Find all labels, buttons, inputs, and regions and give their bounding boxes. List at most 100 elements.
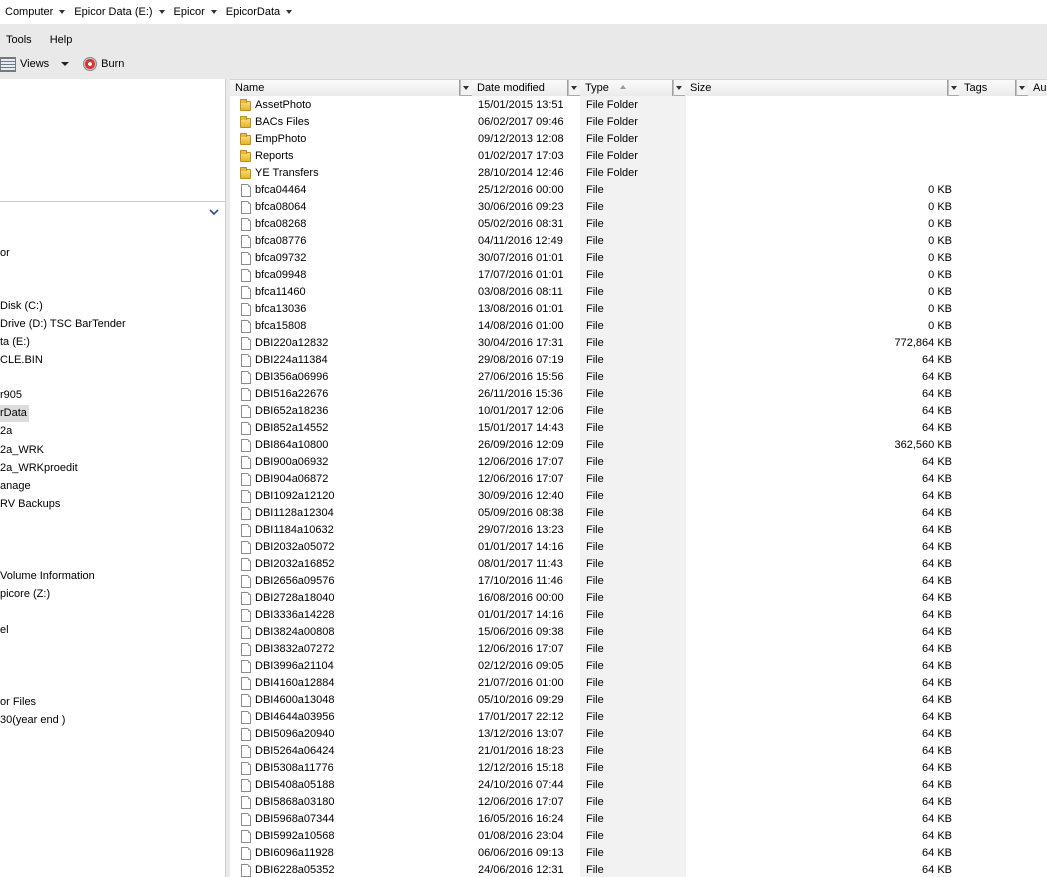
chevron-down-icon[interactable]	[61, 62, 70, 66]
file-type: File	[586, 507, 604, 519]
nav-tree-item[interactable]: 2a_WRK	[0, 442, 46, 459]
nav-tree-item[interactable]: or Files	[0, 694, 38, 711]
chevron-down-icon[interactable]	[209, 207, 219, 217]
column-date-filter[interactable]	[568, 80, 579, 96]
file-row[interactable]: DBI5408a05188 24/10/2016 07:44 File 64 KB	[230, 777, 1047, 794]
file-row[interactable]: YE Transfers 28/10/2014 12:46 File Folder	[230, 165, 1047, 182]
file-date: 16/08/2016 00:00	[478, 592, 564, 604]
nav-tree-item[interactable]: 2a	[0, 423, 14, 440]
nav-tree-item[interactable]: 30(year end )	[0, 712, 67, 729]
file-row[interactable]: DBI652a18236 10/01/2017 12:06 File 64 KB	[230, 403, 1047, 420]
file-row[interactable]: DBI5264a06424 21/01/2016 18:23 File 64 KB	[230, 743, 1047, 760]
column-type-filter[interactable]	[673, 80, 684, 96]
nav-tree-item[interactable]: CLE.BIN	[0, 352, 45, 369]
file-row[interactable]: DBI4644a03956 17/01/2017 22:12 File 64 KB	[230, 709, 1047, 726]
column-tags[interactable]: Tags	[959, 80, 1016, 96]
file-row[interactable]: DBI1184a10632 29/07/2016 13:23 File 64 KB	[230, 522, 1047, 539]
column-authors[interactable]: Au	[1028, 80, 1047, 96]
nav-tree-item[interactable]: Volume Information	[0, 568, 97, 585]
file-date: 13/08/2016 01:01	[478, 303, 564, 315]
file-icon	[241, 847, 251, 860]
column-date[interactable]: Date modified	[472, 80, 568, 96]
file-row[interactable]: bfca08064 30/06/2016 09:23 File 0 KB	[230, 199, 1047, 216]
file-row[interactable]: DBI5096a20940 13/12/2016 13:07 File 64 KB	[230, 726, 1047, 743]
file-type: File	[586, 575, 604, 587]
views-icon	[0, 56, 16, 72]
file-row[interactable]: bfca15808 14/08/2016 01:00 File 0 KB	[230, 318, 1047, 335]
nav-tree-item[interactable]: RV Backups	[0, 496, 62, 513]
menu-tools[interactable]: Tools	[0, 34, 38, 46]
breadcrumb-item[interactable]: EpicorData	[221, 6, 296, 18]
file-row[interactable]: DBI2032a16852 08/01/2017 11:43 File 64 KB	[230, 556, 1047, 573]
file-row[interactable]: DBI1092a12120 30/09/2016 12:40 File 64 KB	[230, 488, 1047, 505]
nav-tree-item[interactable]: el	[0, 622, 11, 639]
nav-tree-item[interactable]: picore (Z:)	[0, 586, 52, 603]
file-row[interactable]: bfca04464 25/12/2016 00:00 File 0 KB	[230, 182, 1047, 199]
menu-help[interactable]: Help	[44, 34, 79, 46]
file-row[interactable]: bfca09732 30/07/2016 01:01 File 0 KB	[230, 250, 1047, 267]
file-row[interactable]: DBI3996a21104 02/12/2016 09:05 File 64 KB	[230, 658, 1047, 675]
chevron-down-icon[interactable]	[59, 10, 66, 14]
file-row[interactable]: DBI516a22676 26/11/2016 15:36 File 64 KB	[230, 386, 1047, 403]
views-button[interactable]: Views	[0, 56, 70, 72]
file-row[interactable]: EmpPhoto 09/12/2013 12:08 File Folder	[230, 131, 1047, 148]
breadcrumb-item[interactable]: Computer	[0, 6, 69, 18]
file-row[interactable]: bfca09948 17/07/2016 01:01 File 0 KB	[230, 267, 1047, 284]
file-row[interactable]: DBI4160a12884 21/07/2016 01:00 File 64 KB	[230, 675, 1047, 692]
file-row[interactable]: DBI900a06932 12/06/2016 17:07 File 64 KB	[230, 454, 1047, 471]
nav-tree-item[interactable]: ta (E:)	[0, 334, 32, 351]
nav-tree-item[interactable]: 2a_WRKproedit	[0, 460, 80, 477]
file-row[interactable]: DBI5308a11776 12/12/2016 15:18 File 64 KB	[230, 760, 1047, 777]
file-row[interactable]: BACs Files 06/02/2017 09:46 File Folder	[230, 114, 1047, 131]
file-row[interactable]: DBI224a11384 29/08/2016 07:19 File 64 KB	[230, 352, 1047, 369]
column-name[interactable]: Name	[230, 80, 460, 96]
column-tags-filter[interactable]	[1016, 80, 1027, 96]
nav-tree-item[interactable]: Disk (C:)	[0, 298, 45, 315]
chevron-down-icon[interactable]	[286, 10, 293, 14]
nav-tree-item[interactable]: or	[0, 245, 12, 262]
file-row[interactable]: DBI356a06996 27/06/2016 15:56 File 64 KB	[230, 369, 1047, 386]
nav-tree-item[interactable]: r905	[0, 387, 24, 404]
folder-icon	[240, 150, 251, 162]
nav-tree-item[interactable]: Drive (D:) TSC BarTender	[0, 316, 128, 333]
file-row[interactable]: DBI220a12832 30/04/2016 17:31 File 772,864 …	[230, 335, 1047, 352]
file-row[interactable]: DBI4600a13048 05/10/2016 09:29 File 64 KB	[230, 692, 1047, 709]
nav-tree-item[interactable]: rData	[0, 405, 29, 422]
file-row[interactable]: DBI1128a12304 05/09/2016 08:38 File 64 KB	[230, 505, 1047, 522]
file-row[interactable]: DBI5992a10568 01/08/2016 23:04 File 64 KB	[230, 828, 1047, 845]
file-type: File	[586, 337, 604, 349]
file-row[interactable]: Reports 01/02/2017 17:03 File Folder	[230, 148, 1047, 165]
file-row[interactable]: DBI3832a07272 12/06/2016 17:07 File 64 KB	[230, 641, 1047, 658]
chevron-down-icon[interactable]	[158, 10, 165, 14]
column-type[interactable]: Type	[580, 80, 673, 96]
chevron-down-icon[interactable]	[210, 10, 217, 14]
breadcrumb-item[interactable]: Epicor	[169, 6, 221, 18]
file-icon	[241, 762, 251, 775]
file-row[interactable]: bfca08776 04/11/2016 12:49 File 0 KB	[230, 233, 1047, 250]
file-row[interactable]: DBI852a14552 15/01/2017 14:43 File 64 KB	[230, 420, 1047, 437]
file-row[interactable]: DBI2728a18040 16/08/2016 00:00 File 64 KB	[230, 590, 1047, 607]
file-row[interactable]: DBI2032a05072 01/01/2017 14:16 File 64 KB	[230, 539, 1047, 556]
file-size: 64 KB	[922, 388, 952, 400]
file-name: bfca09732	[255, 252, 307, 264]
column-size-filter[interactable]	[948, 80, 959, 96]
file-row[interactable]: DBI5868a03180 12/06/2016 17:07 File 64 KB	[230, 794, 1047, 811]
file-row[interactable]: bfca08268 05/02/2016 08:31 File 0 KB	[230, 216, 1047, 233]
file-size: 64 KB	[922, 558, 952, 570]
file-row[interactable]: DBI3824a00808 15/06/2016 09:38 File 64 KB	[230, 624, 1047, 641]
file-row[interactable]: DBI6096a11928 06/06/2016 09:13 File 64 KB	[230, 845, 1047, 862]
column-name-filter[interactable]	[460, 80, 471, 96]
file-row[interactable]: DBI904a06872 12/06/2016 17:07 File 64 KB	[230, 471, 1047, 488]
column-size[interactable]: Size	[685, 80, 948, 96]
file-row[interactable]: DBI864a10800 26/09/2016 12:09 File 362,560 …	[230, 437, 1047, 454]
file-row[interactable]: bfca11460 03/08/2016 08:11 File 0 KB	[230, 284, 1047, 301]
nav-tree-item[interactable]: anage	[0, 478, 33, 495]
file-row[interactable]: DBI5968a07344 16/05/2016 16:24 File 64 KB	[230, 811, 1047, 828]
breadcrumb-item[interactable]: Epicor Data (E:)	[69, 6, 168, 18]
file-row[interactable]: DBI3336a14228 01/01/2017 14:16 File 64 KB	[230, 607, 1047, 624]
file-row[interactable]: bfca13036 13/08/2016 01:01 File 0 KB	[230, 301, 1047, 318]
file-row[interactable]: DBI2656a09576 17/10/2016 11:46 File 64 KB	[230, 573, 1047, 590]
file-row[interactable]: DBI6228a05352 24/06/2016 12:31 File 64 KB	[230, 862, 1047, 877]
burn-button[interactable]: Burn	[83, 57, 124, 71]
file-row[interactable]: AssetPhoto 15/01/2015 13:51 File Folder	[230, 97, 1047, 114]
